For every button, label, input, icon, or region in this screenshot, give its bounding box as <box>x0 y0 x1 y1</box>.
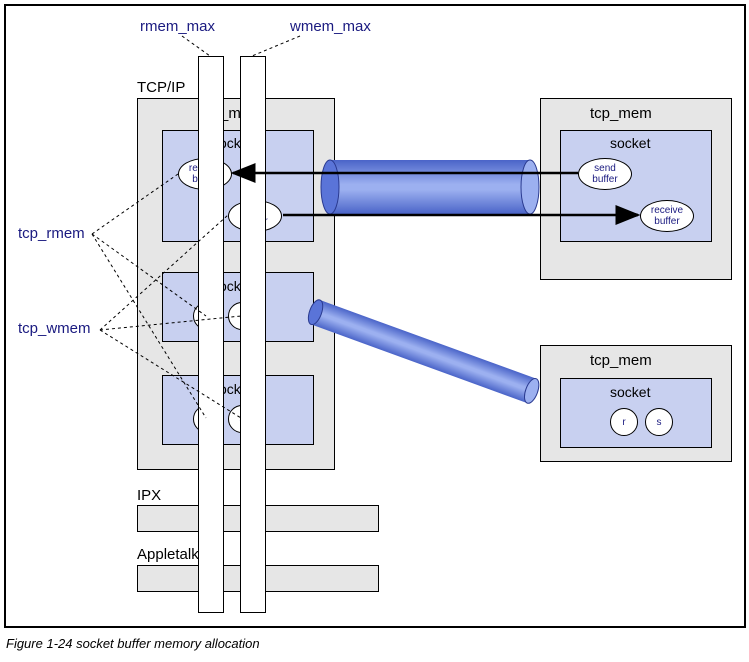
wmem-bar <box>240 56 266 613</box>
rmem-bar <box>198 56 224 613</box>
right-send-buffer-1: send buffer <box>578 158 632 190</box>
right-receive-buffer-1: receive buffer <box>640 200 694 232</box>
figure-caption: Figure 1-24 socket buffer memory allocat… <box>6 636 260 651</box>
right-socket-2-label: socket <box>610 384 650 400</box>
ipx-label: IPX <box>137 487 161 504</box>
right-tcp-mem-1-label: tcp_mem <box>590 105 652 122</box>
appletalk-label: Appletalk <box>137 546 199 563</box>
right-tcp-mem-2-label: tcp_mem <box>590 352 652 369</box>
right-s-2: s <box>645 408 673 436</box>
rmem-max-label: rmem_max <box>140 18 215 35</box>
right-socket-1-label: socket <box>610 135 650 151</box>
right-r-2: r <box>610 408 638 436</box>
tcpip-label: TCP/IP <box>137 79 185 96</box>
tcp-rmem-label: tcp_rmem <box>18 225 85 242</box>
wmem-max-label: wmem_max <box>290 18 371 35</box>
tcp-wmem-label: tcp_wmem <box>18 320 91 337</box>
diagram-canvas: rmem_max wmem_max TCP/IP tcp_mem socket … <box>0 0 749 662</box>
